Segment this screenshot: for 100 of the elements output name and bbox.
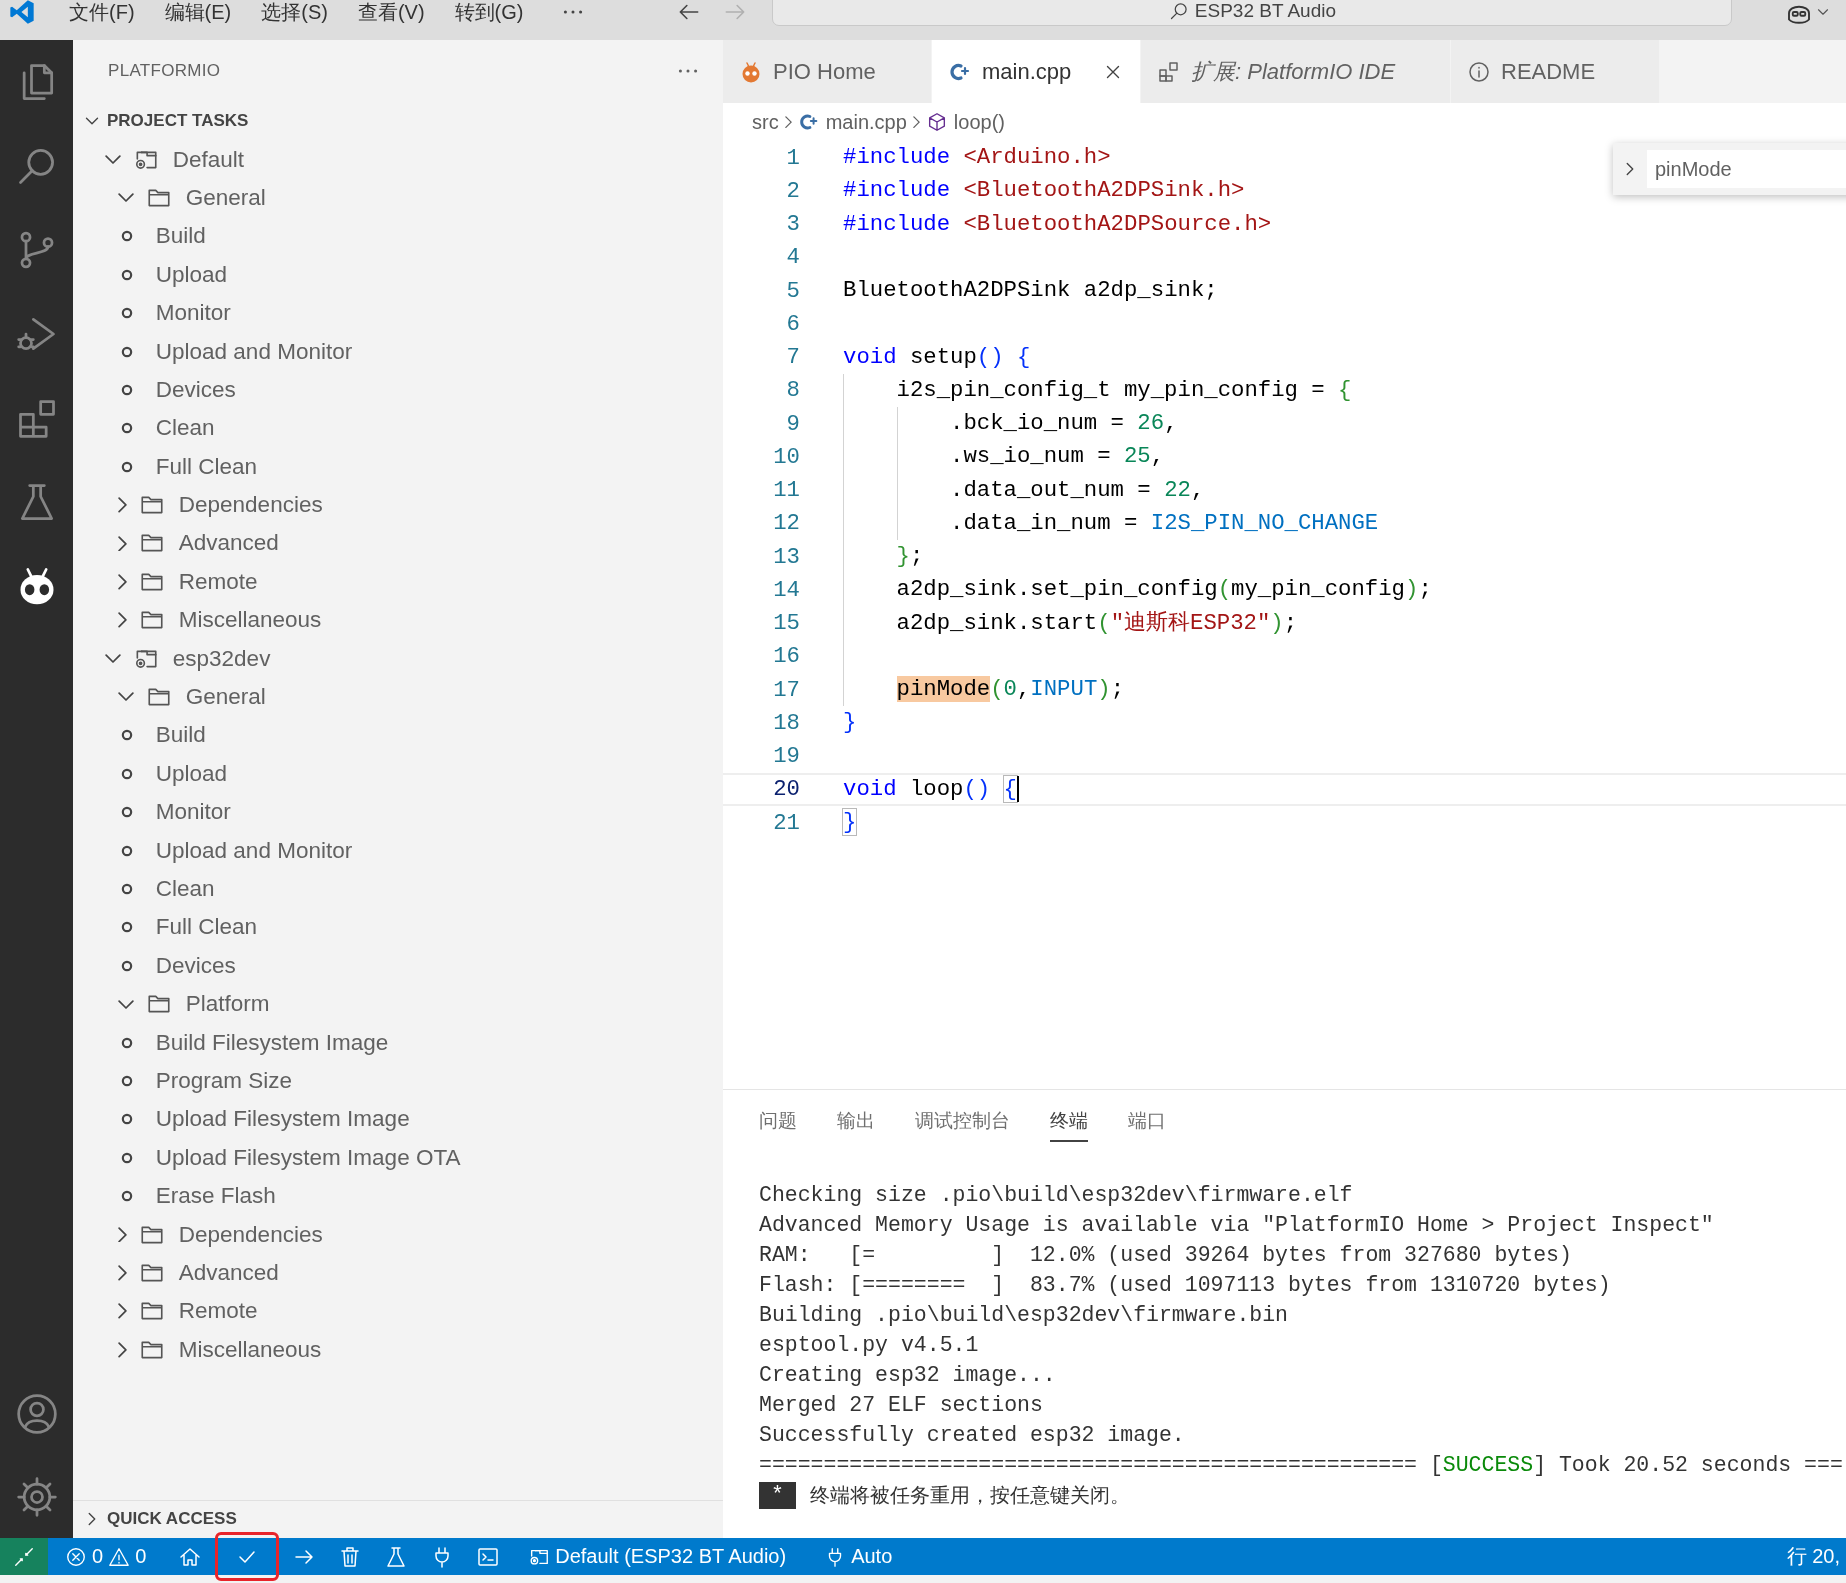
tree-item[interactable]: Full Clean — [73, 447, 723, 486]
panel-tab[interactable]: 端口 — [1128, 1098, 1166, 1142]
line-number: 16 — [772, 643, 800, 670]
line-number: 6 — [785, 310, 800, 337]
tree-item[interactable]: Build Filesystem Image — [73, 1023, 723, 1062]
info-icon — [1467, 59, 1491, 84]
tree-item[interactable]: Clean — [73, 409, 723, 448]
tree-item[interactable]: Dependencies — [73, 1215, 723, 1254]
tree-item[interactable]: Clean — [73, 869, 723, 909]
editor-tab[interactable]: README — [1451, 40, 1660, 103]
tree-item[interactable]: Build — [73, 716, 723, 755]
sidebar-title: PLATFORMIO — [108, 61, 221, 81]
panel-tab[interactable]: 问题 — [759, 1098, 797, 1142]
tree-item[interactable]: esp32dev — [73, 639, 723, 678]
line-number: 13 — [772, 543, 800, 570]
code-line: .bck_io_num = 26, — [950, 409, 1178, 439]
environment-button[interactable]: Default (ESP32 BT Audio) — [517, 1538, 798, 1575]
panel-tab[interactable]: 输出 — [837, 1098, 875, 1142]
find-field[interactable]: pinMode — [1647, 150, 1846, 188]
code-line: } — [843, 708, 857, 738]
tree-item[interactable]: Remote — [73, 1292, 723, 1331]
code-line: .data_in_num = I2S_PIN_NO_CHANGE — [950, 508, 1379, 538]
command-search-field[interactable]: ESP32 BT Audio — [772, 0, 1733, 26]
terminal-message: 终端将被任务重用，按任意键关闭。 — [809, 1481, 1130, 1509]
terminal-line: Advanced Memory Usage is available via "PlatformIO Home > Project Inspect" — [759, 1212, 1715, 1239]
code-line: #include <BluetoothA2DPSink.h> — [843, 176, 1245, 206]
menu-item[interactable]: 编辑(E) — [149, 0, 247, 26]
terminal-line: esptool.py v4.5.1 — [759, 1332, 980, 1359]
editor-tab[interactable]: main.cpp — [932, 40, 1141, 103]
line-number: 9 — [785, 410, 800, 437]
terminal-line: Flash: [======== ] 83.7% (used 1097113 bytes from 1310720 bytes) — [759, 1272, 1612, 1299]
warning-icon — [108, 1545, 131, 1568]
chevron-right-icon — [912, 115, 920, 129]
editor-tab[interactable]: PIO Home — [723, 40, 932, 103]
tree-item[interactable]: Upload Filesystem Image — [73, 1100, 723, 1139]
panel-tab[interactable]: 终端 — [1050, 1098, 1088, 1142]
line-number: 15 — [772, 610, 800, 637]
tree-item[interactable]: Platform — [73, 985, 723, 1024]
code-line: BluetoothA2DPSink a2dp_sink; — [843, 276, 1218, 306]
tree-item[interactable]: General — [73, 677, 723, 717]
tree-item[interactable]: Miscellaneous — [73, 601, 723, 640]
tree-item[interactable]: Devices — [73, 946, 723, 985]
tree-item[interactable]: Erase Flash — [73, 1176, 723, 1216]
code-line: void setup() { — [843, 342, 1031, 372]
code-line: .ws_io_num = 25, — [950, 442, 1165, 472]
tree-item[interactable]: Advanced — [73, 524, 723, 563]
tree-item[interactable]: Upload — [73, 255, 723, 294]
settings-icon[interactable] — [14, 1474, 59, 1519]
line-number: 21 — [772, 809, 800, 836]
port-button[interactable]: Auto — [813, 1538, 904, 1575]
breadcrumb-item[interactable]: loop() — [925, 110, 1005, 134]
tree-item[interactable]: Monitor — [73, 293, 723, 333]
terminal-line: Building .pio\build\esp32dev\firmware.bin — [759, 1302, 1289, 1329]
tree-item[interactable]: Upload — [73, 754, 723, 794]
line-number: 7 — [785, 344, 800, 371]
line-number: 10 — [772, 443, 800, 470]
line-number: 17 — [772, 676, 800, 703]
code-line: #include <Arduino.h> — [843, 143, 1111, 173]
breadcrumb-item[interactable]: src — [752, 110, 779, 134]
account-icon[interactable] — [14, 1391, 59, 1436]
breadcrumb-item[interactable]: main.cpp — [797, 110, 907, 134]
code-line: } — [843, 808, 857, 838]
terminal-badge: * — [759, 1481, 796, 1509]
terminal-line: =================================================== [SUCCESS] Took 20.52 seconds === — [759, 1452, 1844, 1479]
tree-item[interactable]: Upload and Monitor — [73, 332, 723, 371]
terminal-line: Successfully created esp32 image. — [759, 1422, 1186, 1449]
line-number: 3 — [785, 211, 800, 238]
panel-tab[interactable]: 调试控制台 — [915, 1098, 1010, 1142]
tree-item[interactable]: Monitor — [73, 793, 723, 832]
tree-item[interactable]: General — [73, 178, 723, 218]
editor-tab[interactable]: 扩展: PlatformIO IDE — [1141, 40, 1451, 103]
menu-item[interactable]: 查看(V) — [342, 0, 440, 26]
tree-item[interactable]: Dependencies — [73, 485, 723, 525]
code-line: #include <BluetoothA2DPSource.h> — [843, 209, 1272, 239]
line-number: 1 — [785, 144, 800, 171]
terminal-line: Creating esp32 image... — [759, 1362, 1057, 1389]
code-line: }; — [896, 542, 924, 572]
terminal-line: RAM: [= ] 12.0% (used 39264 bytes from 327680 bytes) — [759, 1242, 1573, 1269]
tree-item[interactable]: Build — [73, 217, 723, 256]
remote-button[interactable] — [0, 1538, 48, 1575]
menu-item[interactable]: 选择(S) — [246, 0, 343, 26]
tree-item[interactable]: Upload and Monitor — [73, 831, 723, 870]
tree-item[interactable]: Advanced — [73, 1253, 723, 1293]
tree-item[interactable]: Full Clean — [73, 908, 723, 947]
problems-button[interactable]: 0 0 — [54, 1538, 158, 1575]
cursor-position[interactable]: 行 20, — [1775, 1538, 1846, 1575]
tree-item[interactable]: Default — [73, 140, 723, 179]
build-button[interactable] — [217, 1534, 278, 1579]
line-number: 12 — [772, 510, 800, 537]
tree-item[interactable]: Upload Filesystem Image OTA — [73, 1138, 723, 1177]
tree-item[interactable]: Program Size — [73, 1061, 723, 1101]
menu-item[interactable]: 转到(G) — [439, 0, 539, 26]
line-number: 14 — [772, 576, 800, 603]
tree-item[interactable]: Remote — [73, 562, 723, 602]
line-number: 11 — [772, 477, 800, 504]
tree-item[interactable]: Miscellaneous — [73, 1330, 723, 1369]
menu-item[interactable]: 文件(F) — [54, 0, 150, 26]
search-icon — [1168, 1, 1189, 21]
section-header[interactable]: PROJECT TASKS — [73, 102, 723, 141]
tree-item[interactable]: Devices — [73, 370, 723, 410]
